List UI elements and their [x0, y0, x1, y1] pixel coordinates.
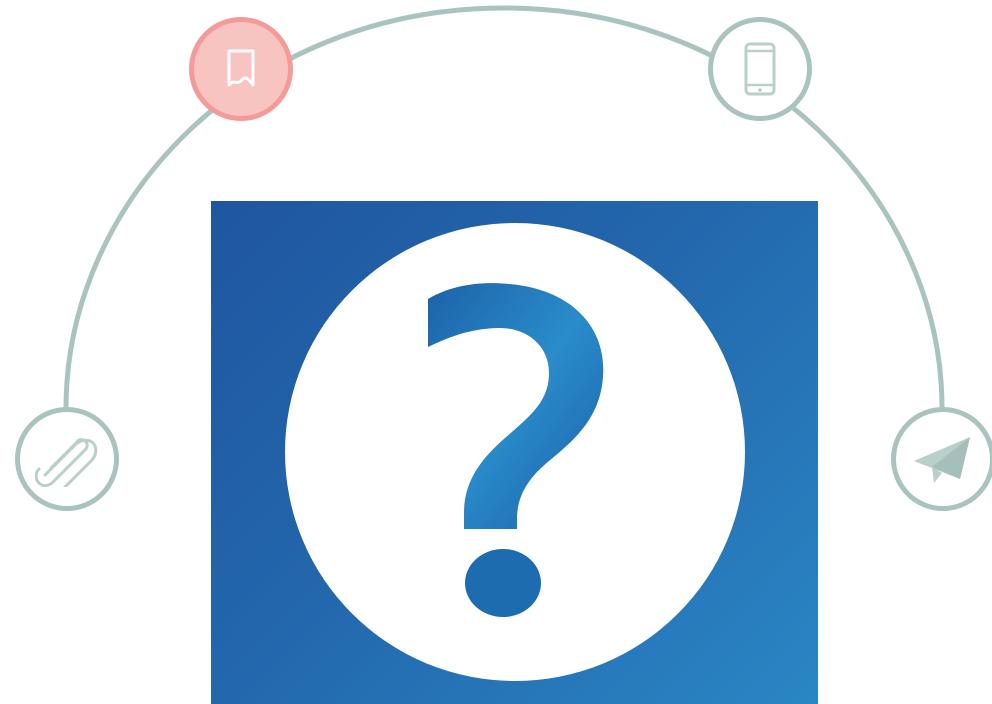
smartphone-node[interactable]: [708, 17, 812, 121]
question-mark-icon: [428, 283, 604, 617]
paper-plane-node[interactable]: [891, 407, 992, 511]
paperclip-node[interactable]: [15, 407, 119, 511]
paper-plane-icon: [914, 437, 970, 483]
bookmark-node[interactable]: [189, 17, 293, 121]
paperclip-icon: [35, 438, 98, 487]
smartphone-icon: [744, 42, 776, 96]
help-image: [211, 201, 818, 704]
feature-wheel: [0, 0, 992, 704]
bookmark-icon: [227, 49, 255, 87]
